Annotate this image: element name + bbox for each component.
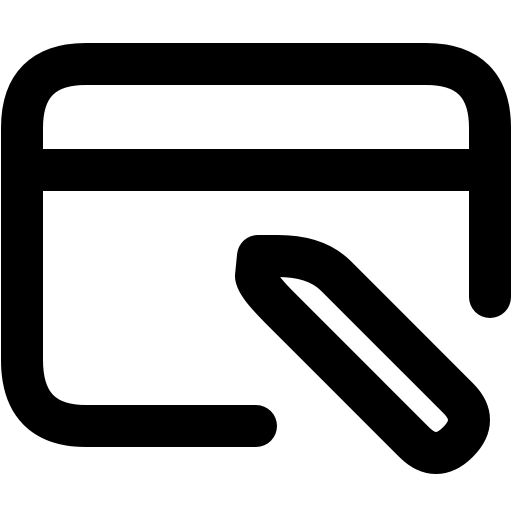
icon-canvas (0, 0, 512, 512)
pencil-icon (235, 235, 490, 474)
window-edit-icon (1, 43, 511, 474)
